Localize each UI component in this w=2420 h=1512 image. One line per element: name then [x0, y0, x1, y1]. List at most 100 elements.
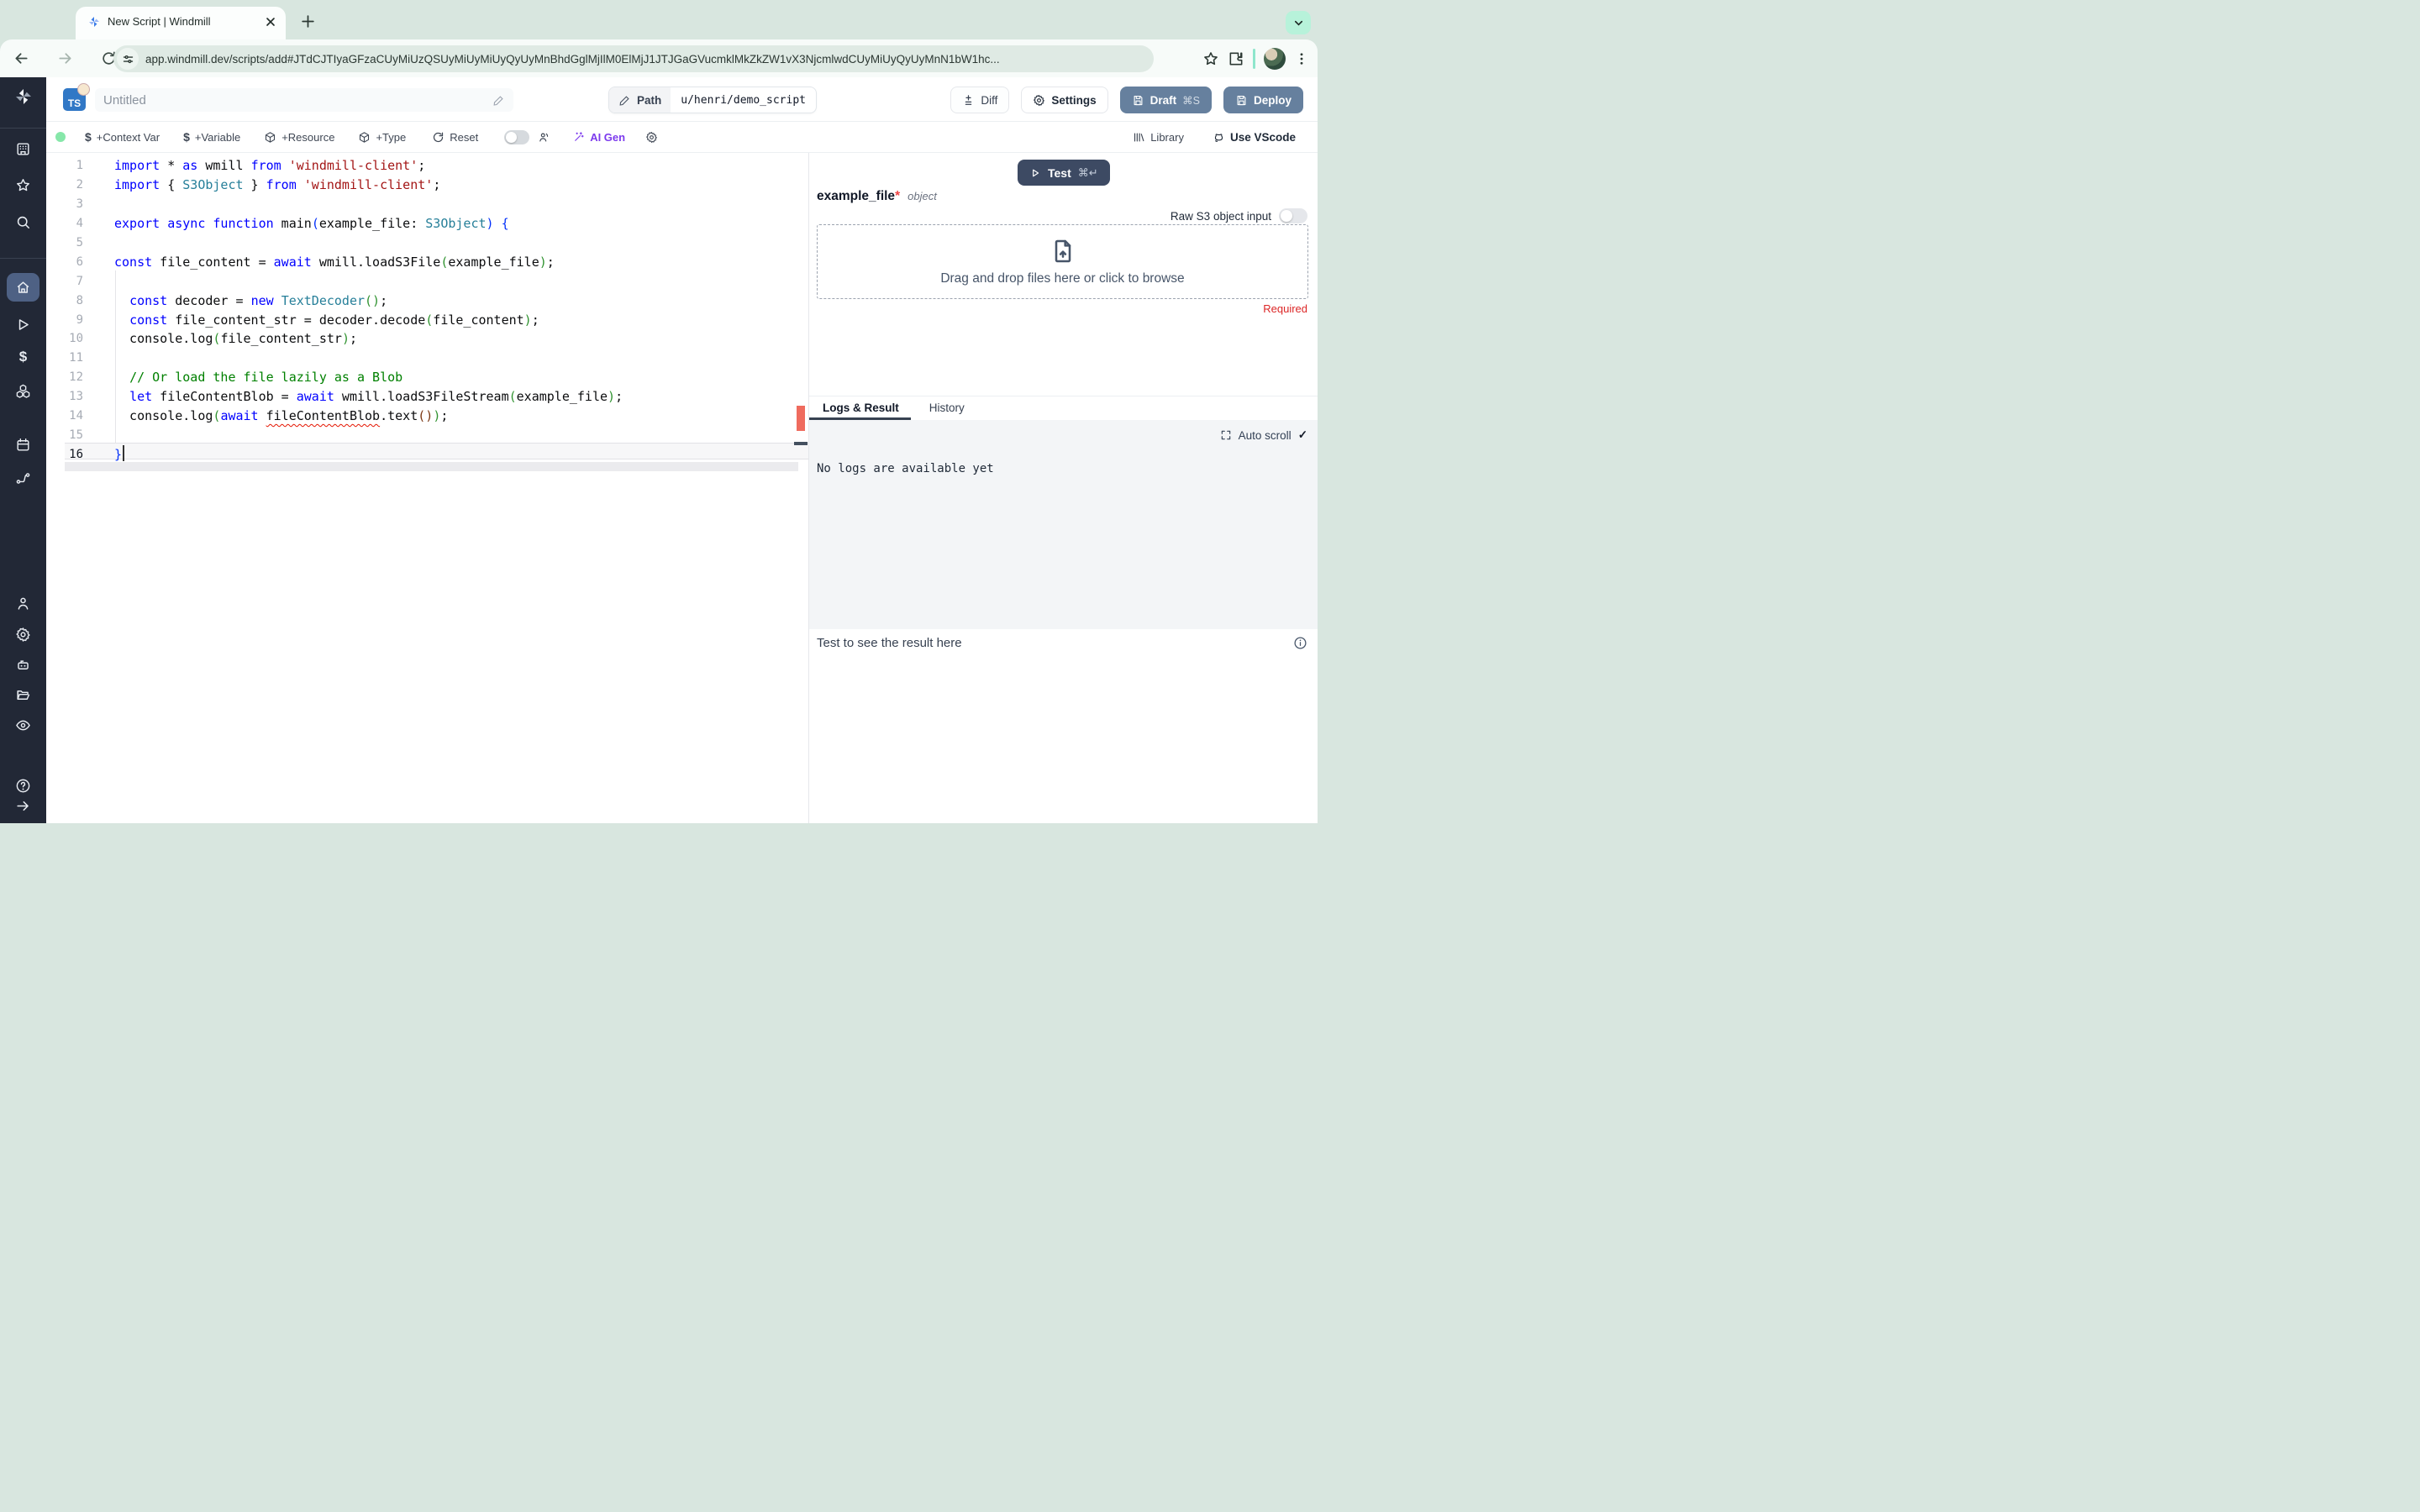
sidebar-item-home[interactable]: [0, 275, 46, 300]
code-line: 7: [76, 274, 83, 288]
toolbar-right: Library Use VScode: [1133, 131, 1318, 144]
code-line: 9 const file_content_str = decoder.decod…: [76, 312, 539, 328]
windmill-favicon: [87, 15, 101, 29]
multiplayer-icon: [538, 131, 550, 144]
site-settings-icon[interactable]: [117, 48, 139, 70]
add-resource-button[interactable]: +Resource: [264, 131, 334, 144]
deploy-label: Deploy: [1253, 93, 1292, 107]
script-title-input[interactable]: Untitled: [95, 88, 513, 112]
resource-label: +Resource: [281, 130, 335, 144]
sidebar-item-search[interactable]: [0, 209, 46, 234]
divider: [0, 128, 46, 129]
sidebar-collapse-arrow[interactable]: [0, 793, 46, 818]
tab-history[interactable]: History: [929, 402, 965, 420]
context-var-label: +Context Var: [96, 130, 160, 144]
sidebar-item-settings[interactable]: [0, 622, 46, 647]
plus-minus-icon: [965, 94, 972, 105]
menu-dots-icon[interactable]: [1294, 51, 1309, 66]
settings-button[interactable]: Settings: [1021, 87, 1108, 113]
tab-logs-result[interactable]: Logs & Result: [809, 402, 911, 420]
sidebar-item-flows[interactable]: [0, 465, 46, 491]
use-vscode-button[interactable]: Use VScode: [1213, 131, 1296, 144]
reset-button[interactable]: Reset: [432, 131, 478, 144]
package-icon: [360, 131, 370, 143]
code-line: 5: [76, 236, 83, 249]
divider: [1253, 48, 1255, 69]
file-dropzone[interactable]: Drag and drop files here or click to bro…: [817, 224, 1308, 299]
diff-button[interactable]: Diff: [950, 87, 1010, 113]
code-line: 1 import * as wmill from 'windmill-client…: [76, 158, 426, 174]
code-line: 16}: [69, 446, 123, 462]
code-line: 11: [69, 351, 83, 365]
sidebar-item-favorites[interactable]: [0, 172, 46, 197]
play-icon: [1033, 169, 1039, 176]
draft-button[interactable]: Draft ⌘S: [1119, 87, 1212, 113]
sidebar-item-folders[interactable]: [0, 682, 46, 707]
profile-avatar[interactable]: [1264, 47, 1286, 70]
add-variable-button[interactable]: $ +Variable: [183, 130, 240, 144]
multiplayer-toggle[interactable]: [504, 129, 530, 144]
code-line: 14 console.log(await fileContentBlob.tex…: [69, 408, 449, 424]
user-presence-avatar: [77, 83, 90, 96]
sidebar-item-resources[interactable]: [0, 378, 46, 403]
extensions-puzzle-icon[interactable]: [1228, 50, 1244, 67]
save-icon: [1237, 95, 1246, 105]
close-tab-icon[interactable]: [264, 15, 277, 29]
gear-icon: [1034, 94, 1045, 106]
file-upload-icon: [1055, 239, 1071, 262]
ai-gen-label: AI Gen: [590, 130, 626, 144]
auto-scroll-control[interactable]: Auto scroll ✓: [1220, 428, 1307, 442]
dollar-icon: $: [18, 349, 28, 365]
diff-label: Diff: [981, 93, 998, 107]
code-editor[interactable]: 1 import * as wmill from 'windmill-client…: [46, 153, 808, 471]
dollar-icon: $: [85, 130, 92, 144]
dropzone-text: Drag and drop files here or click to bro…: [940, 270, 1185, 286]
editor-settings-gear[interactable]: [645, 131, 658, 144]
required-badge: Required: [1263, 302, 1307, 315]
vscode-label: Use VScode: [1229, 130, 1296, 144]
test-button[interactable]: Test ⌘↵: [1018, 160, 1110, 186]
browser-tab[interactable]: New Script | Windmill: [76, 7, 286, 39]
path-label: Path: [637, 93, 662, 107]
settings-label: Settings: [1051, 93, 1097, 107]
ai-gen-button[interactable]: AI Gen: [572, 131, 625, 144]
info-icon[interactable]: [1293, 636, 1307, 650]
new-tab-plus-icon[interactable]: [296, 9, 319, 33]
code-line: 4 export async function main(example_file…: [76, 216, 509, 232]
sidebar-item-schedules[interactable]: [0, 432, 46, 457]
app-sidebar: $: [0, 77, 46, 823]
bookmark-star-icon[interactable]: [1202, 50, 1219, 67]
script-title-text: Untitled: [103, 92, 146, 108]
sidebar-item-runs[interactable]: [0, 312, 46, 337]
back-icon[interactable]: [5, 43, 37, 75]
add-type-button[interactable]: +Type: [358, 131, 406, 144]
package-icon: [266, 131, 276, 143]
browser-tabstrip: New Script | Windmill: [0, 0, 1318, 39]
raw-s3-row: Raw S3 object input: [1171, 208, 1307, 223]
chrome-right-controls: [1202, 39, 1318, 77]
tab-title: New Script | Windmill: [108, 15, 211, 28]
add-context-var-button[interactable]: $ +Context Var: [85, 130, 160, 144]
reset-label: Reset: [450, 130, 479, 144]
sidebar-item-variables[interactable]: $: [0, 344, 46, 370]
test-label: Test: [1048, 165, 1071, 180]
windmill-logo[interactable]: [0, 84, 46, 109]
chrome-profile-chevron-button[interactable]: [1286, 11, 1311, 34]
script-path-button[interactable]: Path u/henri/demo_script: [608, 87, 817, 113]
url-text: app.windmill.dev/scripts/add#JTdCJTIyaGF…: [145, 52, 1000, 66]
raw-s3-toggle[interactable]: [1279, 208, 1307, 223]
forward-icon[interactable]: [49, 43, 81, 75]
sidebar-item-audit-logs[interactable]: [0, 712, 46, 738]
sidebar-item-workers[interactable]: [0, 652, 46, 677]
library-button[interactable]: Library: [1133, 131, 1184, 144]
sidebar-item-workspace[interactable]: [0, 136, 46, 161]
argument-name: example_file*: [817, 189, 901, 203]
sidebar-item-user[interactable]: [0, 591, 46, 616]
required-asterisk: *: [895, 189, 901, 203]
path-value: u/henri/demo_script: [681, 93, 806, 107]
code-line: 3: [76, 197, 83, 212]
url-bar[interactable]: app.windmill.dev/scripts/add#JTdCJTIyaGF…: [113, 45, 1154, 72]
edit-pencil-icon: [493, 95, 503, 106]
library-icon: [1134, 133, 1144, 141]
deploy-button[interactable]: Deploy: [1223, 87, 1303, 113]
